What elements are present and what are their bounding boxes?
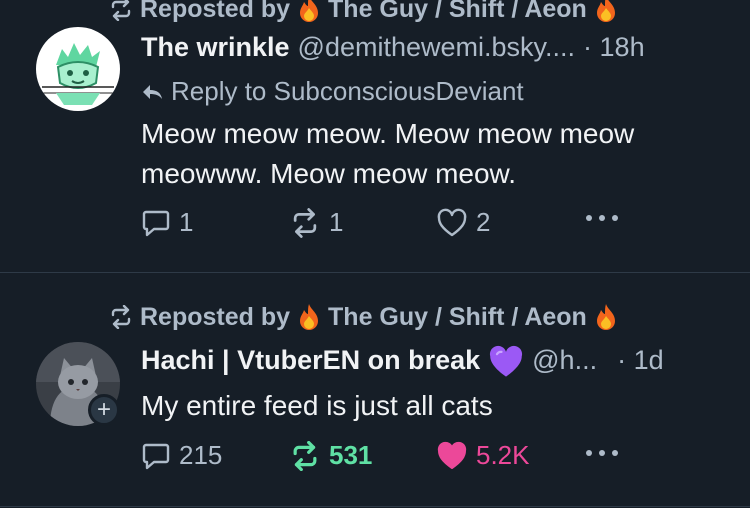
reply-to-label: Reply to SubconsciousDeviant: [171, 76, 524, 106]
post-text: My entire feed is just all cats: [141, 390, 493, 421]
reply-count: 215: [179, 440, 223, 470]
reply-to-line[interactable]: Reply to SubconsciousDeviant: [141, 76, 524, 107]
like-button[interactable]: 2: [436, 207, 490, 238]
post-actions: 215 531 5.2K: [141, 440, 631, 480]
follow-button[interactable]: +: [88, 394, 120, 426]
avatar-drawing-icon: [36, 27, 120, 111]
author-name[interactable]: The wrinkle: [141, 32, 290, 63]
post-item[interactable]: Reposted by The Guy / Shift / Aeon: [0, 272, 750, 508]
repost-icon: [293, 440, 317, 471]
flame-icon: [596, 304, 615, 330]
repost-line: Reposted by The Guy / Shift / Aeon: [108, 0, 619, 24]
repost-icon: [111, 0, 131, 21]
post-divider: [0, 506, 750, 507]
repost-button[interactable]: 1: [289, 207, 343, 238]
reply-button[interactable]: 215: [141, 440, 222, 471]
repost-label: Reposted by: [140, 302, 291, 331]
reply-arrow-icon: [143, 84, 162, 99]
post-item[interactable]: Reposted by The Guy / Shift / Aeon: [0, 0, 750, 272]
feed: Reposted by The Guy / Shift / Aeon The w…: [0, 0, 750, 508]
avatar[interactable]: [36, 27, 120, 111]
reposter-name[interactable]: The Guy / Shift / Aeon: [328, 303, 587, 332]
post-time[interactable]: · 1d: [617, 345, 664, 376]
reply-button[interactable]: 1: [141, 207, 193, 238]
flame-icon: [300, 0, 319, 22]
post-header: The wrinkle @demithewemi.bsky.... · 18h: [141, 32, 645, 63]
comment-icon: [142, 210, 170, 236]
repost-count: 531: [329, 440, 373, 470]
repost-label: Reposted by: [140, 0, 291, 23]
post-time[interactable]: · 18h: [583, 32, 645, 63]
heart-icon: [437, 208, 467, 236]
repost-line: Reposted by The Guy / Shift / Aeon: [108, 302, 619, 332]
author-handle[interactable]: @demithewemi.bsky....: [298, 32, 576, 63]
flame-icon: [300, 304, 319, 330]
repost-icon: [111, 305, 131, 329]
like-count: 2: [476, 207, 491, 237]
like-button[interactable]: 5.2K: [436, 440, 530, 471]
post-header: Hachi | VtuberEN on break @h... · 1d: [141, 345, 664, 379]
more-icon: [586, 215, 618, 221]
author-name[interactable]: Hachi | VtuberEN on break: [141, 345, 480, 376]
flame-icon: [596, 0, 615, 22]
purple-heart-icon: [490, 345, 523, 377]
repost-button[interactable]: 531: [289, 440, 372, 471]
like-count: 5.2K: [476, 440, 530, 470]
reposter-name[interactable]: The Guy / Shift / Aeon: [328, 0, 587, 24]
reply-count: 1: [179, 207, 194, 237]
repost-icon: [293, 207, 317, 238]
more-options-button[interactable]: [583, 446, 621, 460]
repost-count: 1: [329, 207, 344, 237]
comment-icon: [142, 443, 170, 469]
author-handle[interactable]: @h...: [532, 345, 597, 376]
more-options-button[interactable]: [583, 211, 621, 225]
heart-icon: [437, 441, 467, 469]
post-actions: 1 1 2: [141, 207, 631, 247]
post-text: Meow meow meow. Meow meow meow meowww. M…: [141, 118, 635, 189]
more-icon: [586, 450, 618, 456]
